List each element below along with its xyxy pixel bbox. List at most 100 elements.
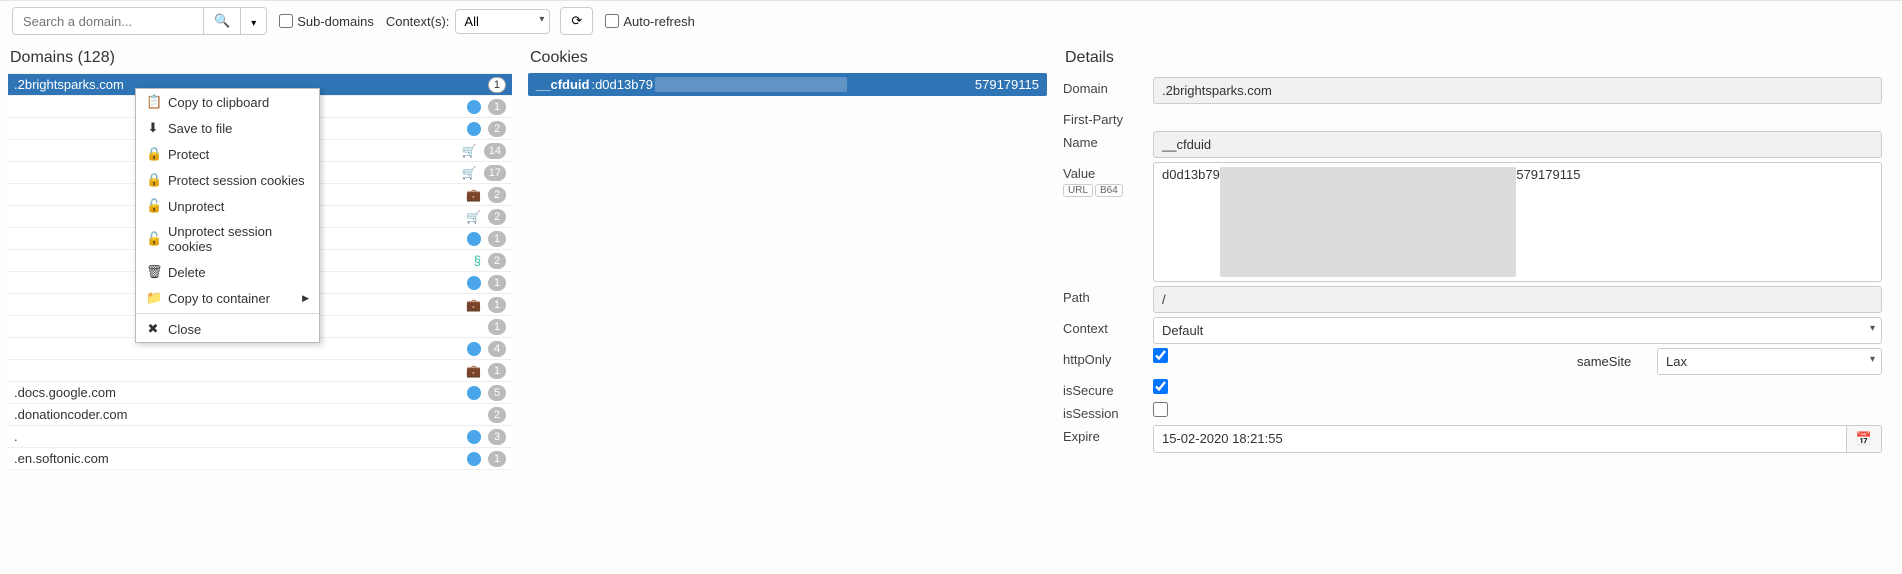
context-value: Default	[1162, 323, 1203, 338]
detail-httponly-samesite: httpOnly sameSite Lax	[1063, 348, 1882, 375]
container-dot-icon	[467, 342, 481, 356]
ctx-item[interactable]: 🔒 Protect session cookies	[136, 167, 319, 193]
ctx-label: Close	[168, 322, 201, 337]
issession-checkbox[interactable]	[1153, 402, 1168, 417]
ctx-icon: ✖	[146, 321, 160, 337]
domain-row[interactable]: .en.softonic.com1	[8, 448, 512, 470]
url-badge[interactable]: URL	[1063, 184, 1093, 197]
refresh-button[interactable]: ⟳	[560, 7, 593, 35]
cookie-count-badge: 2	[488, 407, 506, 423]
ctx-item[interactable]: 🔓 Unprotect session cookies	[136, 219, 319, 259]
path-value[interactable]: /	[1153, 286, 1882, 313]
ctx-item[interactable]: 🗑 Delete	[136, 259, 319, 285]
cookie-count-badge: 1	[488, 99, 506, 115]
ctx-item[interactable]: ✖ Close	[136, 316, 319, 342]
cookie-count-badge: 2	[488, 253, 506, 269]
samesite-label: sameSite	[1577, 354, 1657, 369]
name-label: Name	[1063, 131, 1153, 150]
domain-name: .	[14, 429, 467, 444]
cookie-count-badge: 1	[488, 231, 506, 247]
container-dot-icon	[467, 386, 481, 400]
issecure-checkbox[interactable]	[1153, 379, 1168, 394]
subdomains-toggle[interactable]: Sub-domains	[279, 14, 374, 29]
firstparty-label: First-Party	[1063, 108, 1153, 127]
ctx-item[interactable]: 📁Copy to container▶	[136, 285, 319, 311]
detail-issecure: isSecure	[1063, 379, 1882, 398]
ctx-label: Save to file	[168, 121, 232, 136]
domain-name: .docs.google.com	[14, 385, 467, 400]
cookie-row[interactable]: __cfduid :d0d13b79 xxxxxxxxxxxxxxxxxxxxx…	[528, 73, 1047, 96]
autorefresh-checkbox[interactable]	[605, 14, 619, 28]
cookie-count-badge: 2	[488, 209, 506, 225]
value-masked: xxxxxxxxxxxxxxxxxxxxxxxxxxxxxxxxxxxxxxxx…	[1220, 167, 1517, 277]
expire-value[interactable]: 15-02-2020 18:21:55	[1153, 425, 1847, 453]
ctx-item[interactable]: 📋Copy to clipboard	[136, 89, 319, 115]
cookie-count-badge: 3	[488, 429, 506, 445]
ctx-label: Unprotect session cookies	[168, 224, 309, 254]
domain-row[interactable]: .docs.google.com 5	[8, 382, 512, 404]
ctx-item[interactable]: 🔒Protect	[136, 141, 319, 167]
search-icon: 🔍	[214, 13, 230, 28]
domain-value[interactable]: .2brightsparks.com	[1153, 77, 1882, 104]
b64-badge[interactable]: B64	[1095, 184, 1123, 197]
name-value[interactable]: __cfduid	[1153, 131, 1882, 158]
context-menu[interactable]: 📋Copy to clipboard⬇Save to file🔒Protect🔒…	[135, 88, 320, 343]
briefcase-icon: 💼	[466, 364, 481, 378]
ctx-icon: 🗑	[146, 264, 160, 280]
domain-label: Domain	[1063, 77, 1153, 96]
autorefresh-label: Auto-refresh	[623, 14, 695, 29]
ctx-icon: 🔓	[146, 231, 160, 247]
container-dot-icon	[467, 232, 481, 246]
value-tail: 579179115	[1516, 167, 1580, 277]
ctx-label: Protect session cookies	[168, 173, 305, 188]
cookie-count-badge: 14	[484, 143, 506, 159]
subdomains-label: Sub-domains	[297, 14, 374, 29]
autorefresh-toggle[interactable]: Auto-refresh	[605, 14, 695, 29]
refresh-icon: ⟳	[571, 13, 582, 28]
contexts-select[interactable]: All	[455, 9, 550, 34]
ctx-icon: 🔓	[146, 198, 160, 214]
ctx-label: Protect	[168, 147, 209, 162]
cookie-count-badge: 2	[488, 121, 506, 137]
ctx-item[interactable]: ⬇ Save to file	[136, 115, 319, 141]
value-textarea[interactable]: d0d13b79 xxxxxxxxxxxxxxxxxxxxxxxxxxxxxxx…	[1153, 162, 1882, 282]
cookie-count-badge: 5	[488, 385, 506, 401]
subdomains-checkbox[interactable]	[279, 14, 293, 28]
cookie-count-badge: 1	[488, 319, 506, 335]
detail-issession: isSession	[1063, 402, 1882, 421]
domain-row[interactable]: .donationcoder.com 2	[8, 404, 512, 426]
search-dropdown[interactable]	[240, 8, 266, 34]
domain-row[interactable]: 💼1	[8, 360, 512, 382]
context-select[interactable]: Default	[1153, 317, 1882, 344]
samesite-select[interactable]: Lax	[1657, 348, 1882, 375]
details-header: Details	[1063, 41, 1882, 73]
ctx-label: Delete	[168, 265, 206, 280]
domain-row[interactable]: .3	[8, 426, 512, 448]
ctx-label: Copy to container	[168, 291, 270, 306]
issession-label: isSession	[1063, 402, 1153, 421]
cookie-count-badge: 17	[484, 165, 506, 181]
calendar-button[interactable]: 📅	[1847, 425, 1882, 453]
domain-name: .donationcoder.com	[14, 407, 484, 422]
container-dot-icon	[467, 276, 481, 290]
value-label-text: Value	[1063, 166, 1095, 181]
cookie-value-tail: 579179115	[975, 77, 1039, 92]
cart-icon: 🛒	[462, 166, 477, 180]
detail-expire: Expire 15-02-2020 18:21:55 📅	[1063, 425, 1882, 453]
ctx-icon: ⬇	[146, 120, 160, 136]
ctx-icon: 🔒	[146, 172, 160, 188]
cookies-panel: Cookies __cfduid :d0d13b79 xxxxxxxxxxxxx…	[520, 41, 1055, 470]
ctx-label: Copy to clipboard	[168, 95, 269, 110]
ctx-icon: 📁	[146, 290, 160, 306]
detail-context: Context Default	[1063, 317, 1882, 344]
cookie-count-badge: 4	[488, 341, 506, 357]
httponly-checkbox[interactable]	[1153, 348, 1168, 363]
domains-header: Domains (128)	[8, 41, 512, 73]
detail-name: Name __cfduid	[1063, 131, 1882, 158]
search-button[interactable]: 🔍	[203, 8, 240, 34]
container-dot-icon	[467, 100, 481, 114]
fingerprint-icon: §	[474, 253, 481, 268]
ctx-item[interactable]: 🔓Unprotect	[136, 193, 319, 219]
search-input[interactable]	[13, 8, 203, 34]
path-label: Path	[1063, 286, 1153, 305]
